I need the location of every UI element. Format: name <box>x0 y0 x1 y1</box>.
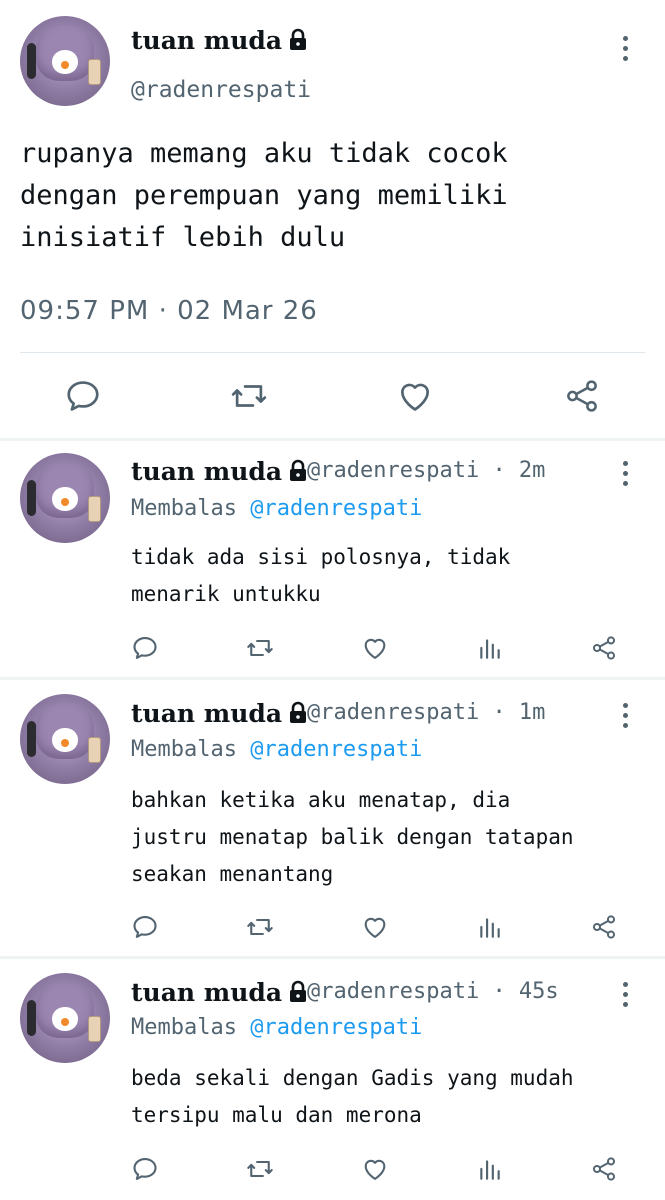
tweet-text: tidak ada sisi polosnya, tidak menarik u… <box>131 539 510 613</box>
share-icon[interactable] <box>590 634 618 662</box>
retweet-icon[interactable] <box>245 1155 275 1183</box>
share-icon[interactable] <box>590 1155 618 1183</box>
replying-to-link[interactable]: @radenrespati <box>250 737 422 762</box>
time-ago[interactable]: · 45s <box>492 979 558 1004</box>
section-divider <box>0 438 665 441</box>
replying-to-label: Membalas <box>131 737 237 762</box>
reply-meta: @radenrespati · 45s <box>307 979 559 1004</box>
retweet-icon[interactable] <box>245 634 275 662</box>
tweet-text-line: inisiatif lebih dulu <box>20 222 346 253</box>
retweet-icon[interactable] <box>229 377 269 415</box>
avatar-phone <box>88 59 101 85</box>
headphone-band <box>27 43 37 79</box>
avatar[interactable] <box>20 694 110 784</box>
section-divider <box>0 677 665 680</box>
tweet-text: rupanya memang aku tidak cocok dengan pe… <box>20 133 508 259</box>
display-name[interactable]: tuan muda <box>131 457 310 489</box>
views-icon[interactable] <box>477 913 503 941</box>
display-name[interactable]: tuan muda <box>131 699 310 731</box>
section-divider <box>0 956 665 959</box>
handle[interactable]: @radenrespati <box>307 458 479 483</box>
display-name-text: tuan muda <box>131 457 283 486</box>
avatar[interactable] <box>20 16 110 106</box>
replying-to-link[interactable]: @radenrespati <box>250 1015 422 1040</box>
tweet-text: beda sekali dengan Gadis yang mudah ters… <box>131 1060 574 1134</box>
display-name-text: tuan muda <box>131 699 283 728</box>
handle[interactable]: @radenrespati <box>307 700 479 725</box>
handle[interactable]: @radenrespati <box>307 979 479 1004</box>
replying-to-label: Membalas <box>131 1015 237 1040</box>
display-name[interactable]: tuan muda <box>131 978 310 1010</box>
headphone-band <box>27 721 37 757</box>
views-icon[interactable] <box>477 634 503 662</box>
timestamp[interactable]: 09:57 PM · 02 Mar 26 <box>20 296 318 326</box>
replying-to: Membalas @radenrespati <box>131 1015 422 1040</box>
like-icon[interactable] <box>361 634 389 662</box>
tweet-text: bahkan ketika aku menatap, dia justru me… <box>131 782 574 893</box>
tweet-text-line: beda sekali dengan Gadis yang mudah <box>131 1066 574 1090</box>
reply-icon[interactable] <box>131 634 159 662</box>
lock-icon <box>286 28 310 58</box>
share-icon[interactable] <box>590 913 618 941</box>
replying-to: Membalas @radenrespati <box>131 496 422 521</box>
more-icon[interactable] <box>620 703 630 733</box>
tweet-text-line: tersipu malu dan merona <box>131 1103 422 1127</box>
display-name-text: tuan muda <box>131 978 283 1007</box>
replying-to-link[interactable]: @radenrespati <box>250 496 422 521</box>
tweet-text-line: dengan perempuan yang memiliki <box>20 180 508 211</box>
avatar[interactable] <box>20 973 110 1063</box>
avatar-phone <box>88 1016 101 1042</box>
time-ago[interactable]: · 2m <box>492 458 545 483</box>
handle[interactable]: @radenrespati <box>131 77 311 103</box>
more-icon[interactable] <box>620 36 630 66</box>
retweet-icon[interactable] <box>245 913 275 941</box>
more-icon[interactable] <box>620 461 630 491</box>
share-icon[interactable] <box>563 377 601 415</box>
tweet-text-line: seakan menantang <box>131 862 334 886</box>
tweet-text-line: justru menatap balik dengan tatapan <box>131 825 574 849</box>
tweet-text-line: bahkan ketika aku menatap, dia <box>131 788 511 812</box>
reply-icon[interactable] <box>131 913 159 941</box>
headphone-band <box>27 480 37 516</box>
like-icon[interactable] <box>361 913 389 941</box>
replying-to-label: Membalas <box>131 496 237 521</box>
divider <box>20 352 645 353</box>
more-icon[interactable] <box>620 982 630 1012</box>
time-ago[interactable]: · 1m <box>492 700 545 725</box>
reply-icon[interactable] <box>131 1155 159 1183</box>
reply-meta: @radenrespati · 1m <box>307 700 545 725</box>
views-icon[interactable] <box>477 1155 503 1183</box>
tweet-text-line: menarik untukku <box>131 582 321 606</box>
replying-to: Membalas @radenrespati <box>131 737 422 762</box>
avatar-phone <box>88 737 101 763</box>
display-name[interactable]: tuan muda <box>131 26 310 58</box>
like-icon[interactable] <box>361 1155 389 1183</box>
reply-icon[interactable] <box>64 377 102 415</box>
tweet-text-line: rupanya memang aku tidak cocok <box>20 138 508 169</box>
tweet-text-line: tidak ada sisi polosnya, tidak <box>131 545 511 569</box>
like-icon[interactable] <box>396 377 434 415</box>
headphone-band <box>27 1000 37 1036</box>
reply-meta: @radenrespati · 2m <box>307 458 545 483</box>
avatar[interactable] <box>20 453 110 543</box>
display-name-text: tuan muda <box>131 26 283 55</box>
avatar-phone <box>88 496 101 522</box>
